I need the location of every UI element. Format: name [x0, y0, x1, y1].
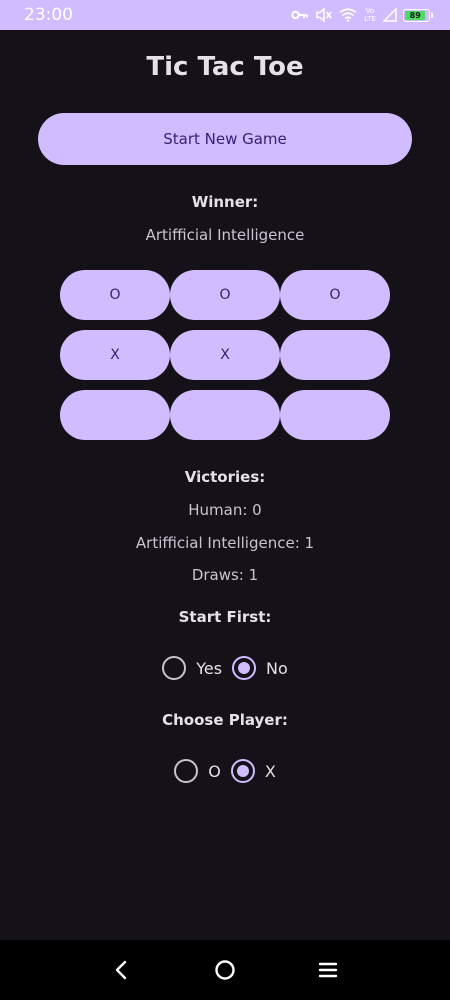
radio-unchecked-icon[interactable]: [174, 759, 199, 783]
game-board: O O O X X: [60, 270, 390, 450]
choose-player-radio-group: O X: [0, 759, 450, 783]
human-score: Human: 0: [188, 501, 262, 519]
wifi-icon: [339, 8, 357, 22]
signal-icon: [383, 8, 397, 22]
start-first-radio-group: Yes No: [0, 656, 450, 680]
ai-score: Artifficial Intelligence: 1: [135, 534, 315, 552]
choose-player-option-x[interactable]: X: [230, 759, 276, 783]
start-new-game-button[interactable]: Start New Game: [38, 113, 412, 165]
radio-checked-icon[interactable]: [230, 759, 255, 783]
start-first-yes-label: Yes: [196, 658, 223, 678]
battery-level: 89: [405, 10, 426, 20]
mute-icon: [315, 7, 333, 23]
winner-value: Artifficial Intelligence: [145, 226, 305, 244]
board-cell-6[interactable]: [280, 330, 390, 380]
board-cell-8[interactable]: [170, 390, 280, 440]
victories-label: Victories:: [184, 468, 266, 486]
draws-score: Draws: 1: [191, 566, 259, 584]
battery-icon: 89: [403, 8, 433, 22]
board-cell-3[interactable]: O: [280, 270, 390, 320]
board-cell-4[interactable]: X: [60, 330, 170, 380]
winner-label: Winner:: [191, 193, 259, 211]
key-icon: [291, 9, 309, 21]
choose-player-o-label: O: [208, 761, 221, 781]
status-bar: 23:00 Vo LTE 89: [0, 0, 450, 30]
choose-player-option-o[interactable]: O: [174, 759, 221, 783]
board-cell-2[interactable]: O: [170, 270, 280, 320]
start-first-option-no[interactable]: No: [232, 656, 288, 680]
board-cell-9[interactable]: [280, 390, 390, 440]
choose-player-x-label: X: [264, 761, 276, 781]
board-cell-1[interactable]: O: [60, 270, 170, 320]
radio-unchecked-icon[interactable]: [162, 656, 187, 680]
choose-player-label: Choose Player:: [162, 711, 288, 729]
start-first-option-yes[interactable]: Yes: [162, 656, 222, 680]
radio-checked-icon[interactable]: [232, 656, 257, 680]
navigation-bar: [0, 940, 450, 1000]
back-icon[interactable]: [111, 959, 133, 981]
page-title: Tic Tac Toe: [146, 52, 304, 82]
board-cell-7[interactable]: [60, 390, 170, 440]
network-type-label: Vo LTE: [364, 7, 376, 23]
menu-icon[interactable]: [317, 959, 339, 981]
board-cell-5[interactable]: X: [170, 330, 280, 380]
status-time: 23:00: [24, 5, 73, 25]
status-icons: Vo LTE 89: [291, 7, 433, 23]
home-icon[interactable]: [214, 959, 236, 981]
start-first-no-label: No: [266, 658, 288, 678]
start-first-label: Start First:: [178, 608, 272, 626]
